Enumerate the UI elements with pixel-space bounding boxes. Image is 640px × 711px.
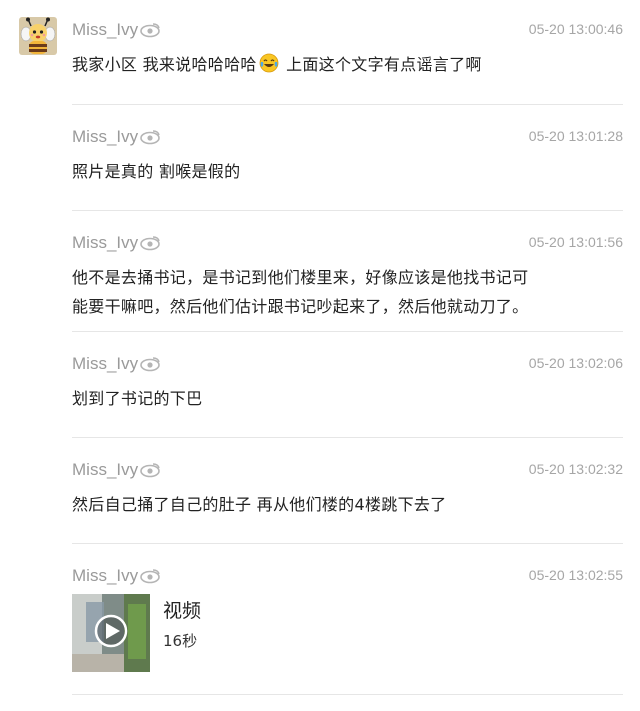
video-thumbnail[interactable]	[72, 594, 150, 672]
comment-item: Miss_Ivy 05-20 13:00:46 我家小区 我来说哈哈哈哈 上面这…	[72, 18, 623, 79]
timestamp: 05-20 13:00:46	[528, 21, 623, 37]
timestamp: 05-20 13:02:55	[528, 567, 623, 583]
divider	[72, 210, 623, 211]
video-attachment[interactable]: 视频 16秒	[72, 594, 623, 672]
weibo-eye-icon	[140, 236, 160, 251]
play-icon[interactable]	[72, 594, 150, 672]
laughing-tears-emoji-icon	[259, 53, 279, 73]
weibo-eye-icon	[140, 357, 160, 372]
weibo-eye-icon	[140, 23, 160, 38]
comment-item: Miss_Ivy 05-20 13:02:55 视频 16秒	[72, 564, 623, 672]
divider	[72, 331, 623, 332]
video-title[interactable]: 视频	[163, 596, 201, 623]
weibo-eye-icon	[140, 463, 160, 478]
timestamp: 05-20 13:01:56	[528, 234, 623, 250]
avatar[interactable]	[19, 17, 57, 55]
timestamp: 05-20 13:02:06	[528, 355, 623, 371]
comment-text: 照片是真的 割喉是假的	[72, 162, 241, 181]
username[interactable]: Miss_Ivy	[72, 18, 138, 42]
comment-item: Miss_Ivy 05-20 13:02:06 划到了书记的下巴	[72, 352, 623, 413]
timestamp: 05-20 13:01:28	[528, 128, 623, 144]
weibo-eye-icon	[140, 569, 160, 584]
comment-text: 他不是去捅书记，是书记到他们楼里来，好像应该是他找书记可 能要干嘛吧，然后他们估计…	[72, 268, 529, 316]
username[interactable]: Miss_Ivy	[72, 125, 138, 149]
comment-item: Miss_Ivy 05-20 13:01:56 他不是去捅书记，是书记到他们楼里…	[72, 231, 623, 321]
username[interactable]: Miss_Ivy	[72, 458, 138, 482]
comment-text: 我家小区 我来说哈哈哈哈 上面这个文字有点谣言了啊	[72, 53, 482, 74]
username[interactable]: Miss_Ivy	[72, 352, 138, 376]
username[interactable]: Miss_Ivy	[72, 564, 138, 588]
divider	[72, 694, 623, 695]
username[interactable]: Miss_Ivy	[72, 231, 138, 255]
divider	[72, 543, 623, 544]
divider	[72, 437, 623, 438]
comment-item: Miss_Ivy 05-20 13:02:32 然后自己捅了自己的肚子 再从他们…	[72, 458, 623, 519]
comment-item: Miss_Ivy 05-20 13:01:28 照片是真的 割喉是假的	[72, 125, 623, 186]
video-duration: 16秒	[163, 632, 198, 650]
timestamp: 05-20 13:02:32	[528, 461, 623, 477]
comment-text: 划到了书记的下巴	[72, 389, 203, 408]
divider	[72, 104, 623, 105]
comment-text: 然后自己捅了自己的肚子 再从他们楼的4楼跳下去了	[72, 495, 447, 514]
weibo-eye-icon	[140, 130, 160, 145]
